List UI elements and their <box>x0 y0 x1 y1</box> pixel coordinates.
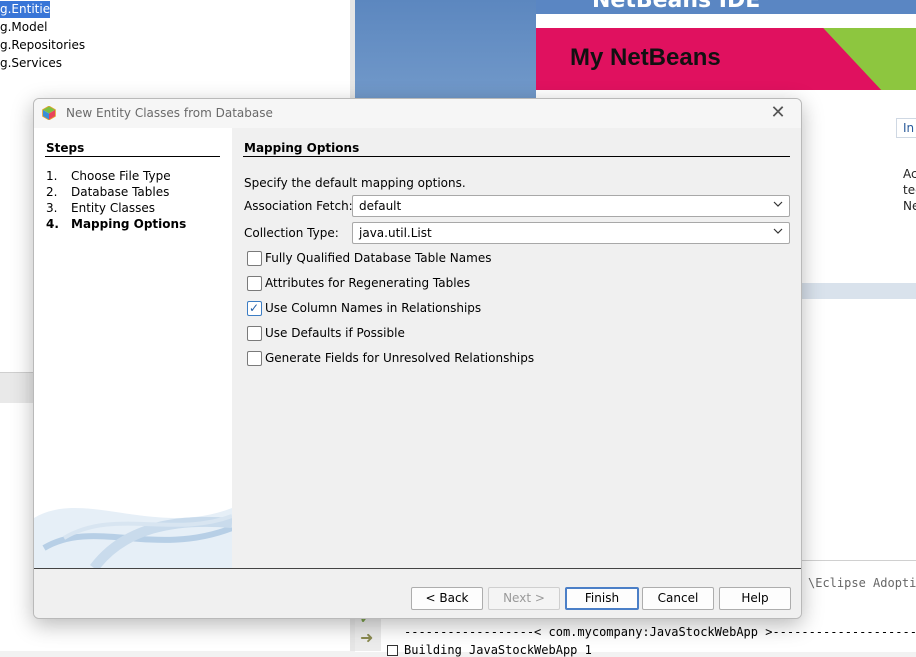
checkbox-label: Fully Qualified Database Table Names <box>265 251 492 265</box>
step-label: Choose File Type <box>71 169 171 183</box>
mapping-options-panel: Mapping Options Specify the default mapp… <box>232 128 801 568</box>
tree-item-repositories[interactable]: g.Repositories <box>0 37 89 54</box>
welcome-tab[interactable]: In <box>896 118 916 138</box>
checkbox-checked[interactable]: ✓ <box>247 301 262 316</box>
collection-type-combo[interactable]: java.util.List <box>352 222 790 244</box>
checkbox[interactable] <box>247 351 262 366</box>
checkbox[interactable] <box>247 326 262 341</box>
output-line: \Eclipse Adoptiu <box>808 576 916 590</box>
association-fetch-label: Association Fetch: <box>244 199 353 213</box>
collection-type-label: Collection Type: <box>244 226 339 240</box>
help-button[interactable]: Help <box>719 587 791 610</box>
welcome-snippet: Ne <box>903 199 916 213</box>
back-button[interactable]: < Back <box>411 587 483 610</box>
chevron-down-icon[interactable] <box>772 198 784 210</box>
dialog-titlebar[interactable]: New Entity Classes from Database ✕ <box>34 99 801 128</box>
welcome-snippet: tec <box>903 183 916 197</box>
banner-title: My NetBeans <box>570 44 721 71</box>
step-item-current: 4. Mapping Options <box>46 217 186 231</box>
welcome-snippet: Ac <box>903 167 916 181</box>
step-label: Entity Classes <box>71 201 156 215</box>
tree-item-model[interactable]: g.Model <box>0 19 51 36</box>
step-item: 2. Database Tables <box>46 185 169 199</box>
new-entity-classes-dialog: New Entity Classes from Database ✕ Steps… <box>33 98 802 619</box>
step-item: 3. Entity Classes <box>46 201 155 215</box>
chevron-down-icon[interactable] <box>772 225 784 237</box>
checkbox[interactable] <box>247 276 262 291</box>
panel-heading: Mapping Options <box>244 141 360 155</box>
welcome-strip <box>800 283 916 299</box>
checkbox-label: Attributes for Regenerating Tables <box>265 276 471 290</box>
checkbox-label: Use Column Names in Relationships <box>265 301 482 315</box>
dialog-title: New Entity Classes from Database <box>66 106 273 120</box>
steps-panel: Steps 1. Choose File Type 2. Database Tabl… <box>34 128 232 568</box>
next-button[interactable]: Next > <box>488 587 560 610</box>
checkmark-icon: ✓ <box>249 301 260 315</box>
tree-item-services[interactable]: g.Services <box>0 55 66 72</box>
steps-heading: Steps <box>46 141 85 155</box>
step-number: 4. <box>46 217 59 231</box>
step-item: 1. Choose File Type <box>46 169 171 183</box>
step-number: 2. <box>46 185 58 199</box>
collection-type-value: java.util.List <box>359 226 432 240</box>
cancel-button[interactable]: Cancel <box>642 587 714 610</box>
wizard-swirl-graphic <box>34 478 232 568</box>
panel-description: Specify the default mapping options. <box>244 176 466 190</box>
close-icon[interactable]: ✕ <box>767 103 789 123</box>
step-number: 1. <box>46 169 58 183</box>
step-number: 3. <box>46 201 58 215</box>
output-line: ------------------< com.mycompany:JavaSt… <box>404 625 916 639</box>
panel-divider <box>243 156 790 157</box>
checkbox-label: Use Defaults if Possible <box>265 326 405 340</box>
steps-divider <box>45 156 220 157</box>
finish-button[interactable]: Finish <box>565 587 639 610</box>
run-arrow-icon[interactable]: ➜ <box>360 628 373 647</box>
step-label: Mapping Options <box>71 217 187 231</box>
welcome-header-text: NetBeans IDE <box>592 0 761 13</box>
association-fetch-value: default <box>359 199 402 213</box>
netbeans-logo-icon <box>42 106 56 120</box>
association-fetch-combo[interactable]: default <box>352 195 790 217</box>
checkbox-label: Generate Fields for Unresolved Relations… <box>265 351 535 365</box>
checkbox[interactable] <box>247 251 262 266</box>
output-line: Building JavaStockWebApp 1 <box>404 643 592 657</box>
tree-item-entities[interactable]: g.Entities <box>0 1 56 18</box>
step-label: Database Tables <box>71 185 170 199</box>
